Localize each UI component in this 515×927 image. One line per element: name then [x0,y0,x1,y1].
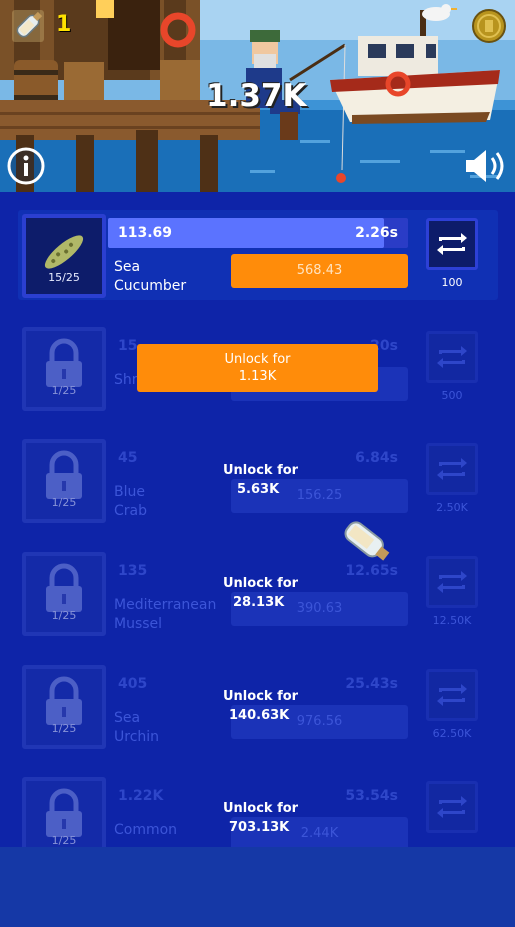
swap-button[interactable] [426,218,478,270]
item-count: 1/25 [51,834,77,847]
item-name-line2: Crab [114,503,147,519]
message-bottle-pickup[interactable] [330,510,400,570]
unlock-price-label[interactable]: Unlock for 703.13K [223,799,298,837]
unlock-button-line1: Unlock for [224,352,291,367]
info-button[interactable] [6,146,46,186]
cycle-time: 6.84s [355,450,398,466]
swap-button [426,443,478,495]
swap-price: 12.50K [432,614,472,627]
list-item: 1/25 45 6.84s Blue Crab 156.25 Unlock fo… [0,439,515,529]
unlock-price-label[interactable]: Unlock for 140.63K [223,687,298,725]
bottle-icon[interactable] [6,6,50,46]
item-slot-locked: 1/25 [22,327,106,411]
item-name-line1: Sea [114,259,141,275]
item-name: Sea Urchin [114,709,159,747]
item-name: Common [114,821,177,840]
item-name-line1: Sea [114,710,141,726]
padlock-icon [46,450,82,499]
padlock-icon [46,676,82,725]
sound-toggle-icon[interactable] [462,146,510,186]
item-name-line1: Mediterranean [114,597,217,613]
unlock-label-line1: Unlock for [223,801,299,816]
swap-icon [437,458,467,480]
unlock-button-line2: 1.13K [238,369,277,384]
item-count: 15/25 [48,271,80,284]
item-name-line2: Mussel [114,616,163,632]
income-value: 1.22K [118,788,164,804]
unlock-price-label[interactable]: Unlock for 5.63K [223,461,298,499]
unlock-label-line2: 5.63K [237,482,280,497]
item-count: 1/25 [51,496,77,509]
swap-button [426,331,478,383]
padlock-icon [46,788,82,837]
item-slot-locked: 1/25 [22,777,106,847]
swap-icon [437,233,467,255]
item-slot-locked: 1/25 [22,552,106,636]
cycle-time: 2.26s [355,225,398,241]
unlock-label-line1: Unlock for [223,689,299,704]
swap-icon [437,796,467,818]
catch-list: 15/25 113.69 2.26s Sea Cucumber 568.43 1… [0,192,515,847]
swap-price: 100 [441,276,463,289]
unlock-price-label[interactable]: Unlock for 28.13K [223,574,298,612]
padlock-icon [46,563,82,612]
swap-price: 62.50K [432,727,472,740]
swap-icon [437,684,467,706]
income-value: 15 [118,338,138,354]
bottle-icon [344,521,390,561]
item-count: 1/25 [51,609,77,622]
list-item: 15/25 113.69 2.26s Sea Cucumber 568.43 1… [0,210,515,304]
cycle-time: 25.43s [345,676,398,692]
item-name-line1: Common [114,822,178,838]
item-slot-locked: 1/25 [22,665,106,749]
bottom-bar [0,847,515,927]
income-value: 113.69 [118,225,173,241]
bottles-count: 1 [56,12,72,37]
item-name-line1: Blue [114,484,145,500]
item-name: Sea Cucumber [114,258,186,296]
item-count: 1/25 [51,384,77,397]
swap-price: 500 [441,389,463,402]
upgrade-button[interactable]: 568.43 [231,254,408,288]
item-name-line2: Urchin [114,729,160,745]
item-slot-locked: 1/25 [22,439,106,523]
unlock-label-line2: 28.13K [233,595,285,610]
cycle-time: 53.54s [345,788,398,804]
swap-button [426,669,478,721]
item-name-line2: Cucumber [114,278,187,294]
swap-button [426,781,478,833]
item-slot-sea-cucumber[interactable]: 15/25 [22,214,106,298]
item-count: 1/25 [51,722,77,735]
list-item: 1/25 1.22K 53.54s Common 2.44K Unlock fo… [0,777,515,847]
harvest-progress-bar: 113.69 2.26s [108,218,408,248]
money-counter: 1.37K [206,78,307,114]
item-name: Mediterranean Mussel [114,596,216,634]
unlock-label-line1: Unlock for [223,463,299,478]
gold-coin-icon[interactable] [471,8,507,44]
swap-icon [437,346,467,368]
unlock-label-line2: 703.13K [229,820,290,835]
swap-button [426,556,478,608]
income-value: 45 [118,450,138,466]
income-value: 135 [118,563,148,579]
unlock-label-line1: Unlock for [223,576,299,591]
unlock-shrimp-button[interactable]: Unlock for 1.13K [137,344,378,392]
swap-icon [437,571,467,593]
padlock-icon [46,338,82,387]
item-name: Blue Crab [114,483,147,521]
list-item: 1/25 135 12.65s Mediterranean Mussel 390… [0,552,515,642]
unlock-label-line2: 140.63K [229,708,290,723]
swap-price: 2.50K [436,501,468,514]
list-item: 1/25 405 25.43s Sea Urchin 976.56 Unlock… [0,665,515,755]
income-value: 405 [118,676,148,692]
